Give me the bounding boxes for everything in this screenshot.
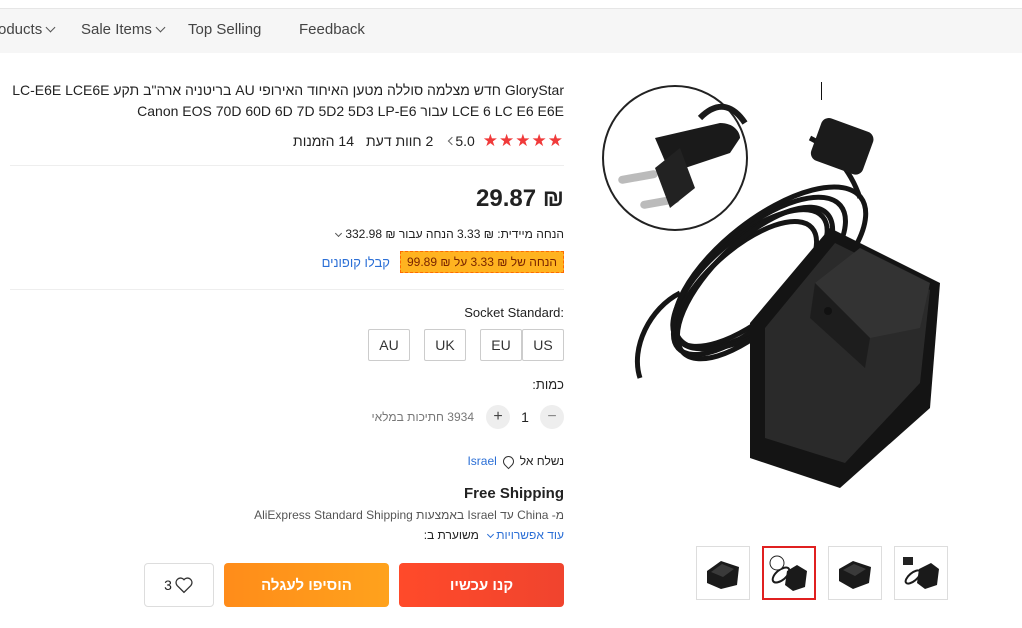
chevron-down-icon <box>45 22 56 33</box>
free-shipping: Free Shipping <box>463 485 564 502</box>
quantity-plus-button[interactable]: + <box>486 405 510 429</box>
chevron-down-icon <box>155 22 166 33</box>
top-strip <box>0 0 1022 9</box>
socket-standard-label: Socket Standard: <box>464 305 564 320</box>
quantity-stepper: − 1 + 3934 חתיכות במלאי <box>372 405 564 429</box>
ship-to-label: נשלח אל <box>519 454 564 468</box>
quantity-value[interactable]: 1 <box>510 409 540 425</box>
image-thumbnails <box>696 546 960 600</box>
quantity-label: כמות: <box>532 377 564 392</box>
socket-option-us[interactable]: US <box>522 329 564 361</box>
socket-option-eu[interactable]: EU <box>480 329 522 361</box>
socket-option-au[interactable]: AU <box>368 329 410 361</box>
coupon-row: הנחה של ₪ 3.33 על ₪ 99.89 קבלו קופונים <box>322 251 564 273</box>
thumbnail-2[interactable] <box>762 546 816 600</box>
buy-now-button[interactable]: קנו עכשיו <box>399 563 564 607</box>
get-coupons-link[interactable]: קבלו קופונים <box>322 255 390 270</box>
socket-option-uk[interactable]: UK <box>424 329 466 361</box>
nav-item-sale-items[interactable]: Sale Items <box>81 21 166 38</box>
nav-item-products[interactable]: oducts <box>0 21 56 38</box>
delivery-estimate: משוערת ב: <box>423 528 479 542</box>
instant-discount[interactable]: הנחה מיידית: ₪ 3.33 הנחה עבור ₪ 332.98 <box>335 227 564 241</box>
socket-options: US EU UK AU <box>354 329 564 361</box>
nav-item-top-selling[interactable]: Top Selling <box>188 21 261 38</box>
thumbnail-4[interactable] <box>894 546 948 600</box>
ship-to-row: נשלח אל Israel <box>467 453 564 469</box>
ship-to-country[interactable]: Israel <box>467 454 496 468</box>
category-nav: oducts Sale Items Top Selling Feedback <box>0 9 1022 53</box>
coupon-badge: הנחה של ₪ 3.33 על ₪ 99.89 <box>399 251 564 273</box>
thumbnail-1[interactable] <box>696 546 750 600</box>
rating-row: ★★★★★ 5.0 2 חוות דעת 14 הזמנות <box>293 131 564 151</box>
divider <box>10 289 564 290</box>
shipping-options-row: עוד אפשרויות משוערת ב: <box>424 528 564 542</box>
orders-count: 14 הזמנות <box>293 133 354 149</box>
shipping-method: מ- China עד Israel באמצעות AliExpress St… <box>254 508 564 522</box>
product-price: ₪ 29.87 <box>476 185 564 212</box>
text-cursor <box>821 82 822 100</box>
heart-icon <box>175 577 193 594</box>
add-to-cart-button[interactable]: הוסיפו לעגלה <box>224 563 389 607</box>
divider <box>10 165 564 166</box>
rating-score[interactable]: 5.0 <box>445 133 475 149</box>
quantity-minus-button[interactable]: − <box>540 405 564 429</box>
chevron-down-icon <box>487 530 495 539</box>
reviews-count[interactable]: 2 חוות דעת <box>366 133 433 149</box>
product-title: GloryStar חדש מצלמה סוללה מטען האיחוד הא… <box>12 82 564 119</box>
chevron-down-icon <box>335 229 343 238</box>
more-options-link[interactable]: עוד אפשרויות <box>487 528 564 542</box>
nav-item-feedback[interactable]: Feedback <box>299 21 365 38</box>
rating-stars: ★★★★★ <box>482 131 564 150</box>
wishlist-count: 3 <box>164 577 172 593</box>
stock-available: 3934 חתיכות במלאי <box>371 410 474 424</box>
product-main-image[interactable] <box>600 78 1020 498</box>
thumbnail-3[interactable] <box>828 546 882 600</box>
location-pin-icon <box>500 453 517 469</box>
wishlist-button[interactable]: 3 <box>144 563 214 607</box>
